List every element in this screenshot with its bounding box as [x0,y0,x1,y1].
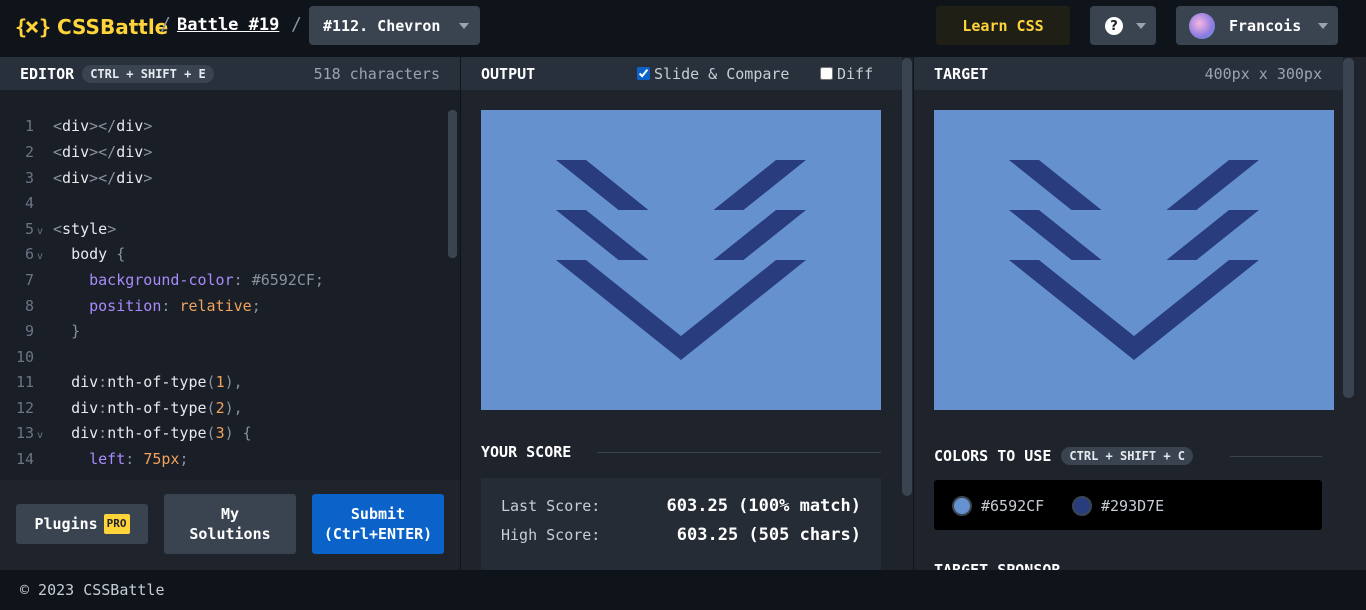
chevron-down-icon [1318,23,1328,29]
output-title: OUTPUT [481,64,536,83]
fold-icon: v [37,430,44,441]
target-canvas [934,110,1334,410]
slide-compare-label: Slide & Compare [654,64,790,83]
last-score-value: 603.25 (100% match) [666,496,861,516]
editor-shortcut: CTRL + SHIFT + E [82,64,214,83]
learn-css-button[interactable]: Learn CSS [936,6,1070,45]
chevron-target [1009,160,1259,360]
plugins-label: Plugins [34,515,98,533]
colors-title: COLORS TO USE [934,447,1052,465]
color-label[interactable]: #6592CF [981,497,1044,515]
cssbattle-logo[interactable]: { } CSSBattle [15,14,168,40]
output-canvas[interactable] [481,110,881,410]
section-rule [1230,456,1322,457]
your-score-title: YOUR SCORE [481,443,572,461]
diff-checkbox[interactable] [820,67,833,80]
chevron-output [556,160,806,360]
help-menu-button[interactable]: ? [1090,6,1156,45]
plugins-button[interactable]: Plugins PRO [16,504,148,544]
last-score-label: Last Score: [501,497,601,515]
slide-compare-toggle[interactable]: Slide & Compare [637,65,789,83]
logo-text: CSSBattle [57,15,169,39]
character-count: 518 characters [313,64,440,83]
level-select[interactable]: #112. Chevron [309,6,480,45]
top-bar: { } CSSBattle / Battle #19 / #112. Chevr… [0,0,1366,57]
panel-divider [460,57,461,570]
level-select-label: #112. Chevron [323,16,441,35]
high-score-label: High Score: [501,526,601,544]
editor-header: EDITOR CTRL + SHIFT + E 518 characters [0,57,460,90]
svg-text:{: { [15,15,27,39]
target-size: 400px x 300px [1204,64,1322,83]
colors-header: COLORS TO USE CTRL + SHIFT + C [934,447,1193,465]
fold-icon: v [37,251,44,262]
editor-title: EDITOR [20,64,75,83]
colors-box: #6592CF #293D7E [934,480,1322,530]
breadcrumb-separator: / [160,14,171,35]
battle-link[interactable]: Battle #19 [177,15,279,35]
svg-text:}: } [39,15,51,39]
code-editor[interactable]: 1 <div></div> 2 <div></div> 3 <div></div> 4… [0,90,460,480]
pro-badge: PRO [103,514,130,534]
footer: © 2023 CSSBattle [0,570,1366,610]
user-menu-button[interactable]: Francois [1176,6,1338,45]
color-swatch[interactable] [1072,496,1092,516]
color-swatch[interactable] [952,496,972,516]
breadcrumb-separator: / [291,14,302,35]
high-score-value: 603.25 (505 chars) [676,525,861,545]
section-rule [597,452,881,453]
help-icon: ? [1105,17,1123,35]
copyright: © 2023 CSSBattle [20,581,165,599]
diff-label: Diff [837,64,874,83]
target-sponsor-title: TARGET SPONSOR [934,563,1060,570]
slide-compare-checkbox[interactable] [637,67,650,80]
editor-scrollbar[interactable] [448,110,457,258]
color-label[interactable]: #293D7E [1101,497,1164,515]
avatar [1189,13,1215,39]
logo-icon: { } [15,15,51,39]
colors-shortcut: CTRL + SHIFT + C [1061,447,1193,465]
output-header: OUTPUT Slide & Compare Diff [461,57,902,90]
target-scrollbar[interactable] [1343,58,1354,398]
chevron-down-icon [459,23,469,29]
diff-toggle[interactable]: Diff [820,65,873,83]
fold-icon: v [37,226,44,237]
my-solutions-button[interactable]: My Solutions [164,494,296,554]
editor-actions: Plugins PRO My Solutions Submit (Ctrl+EN… [0,480,460,570]
user-name: Francois [1229,17,1302,35]
target-title: TARGET [934,64,989,83]
score-box: Last Score: 603.25 (100% match) High Sco… [481,478,881,570]
panel-divider [913,57,914,570]
output-scrollbar[interactable] [902,58,912,496]
chevron-down-icon [1136,23,1146,29]
submit-button[interactable]: Submit (Ctrl+ENTER) [312,494,444,554]
target-header: TARGET 400px x 300px [914,57,1343,90]
